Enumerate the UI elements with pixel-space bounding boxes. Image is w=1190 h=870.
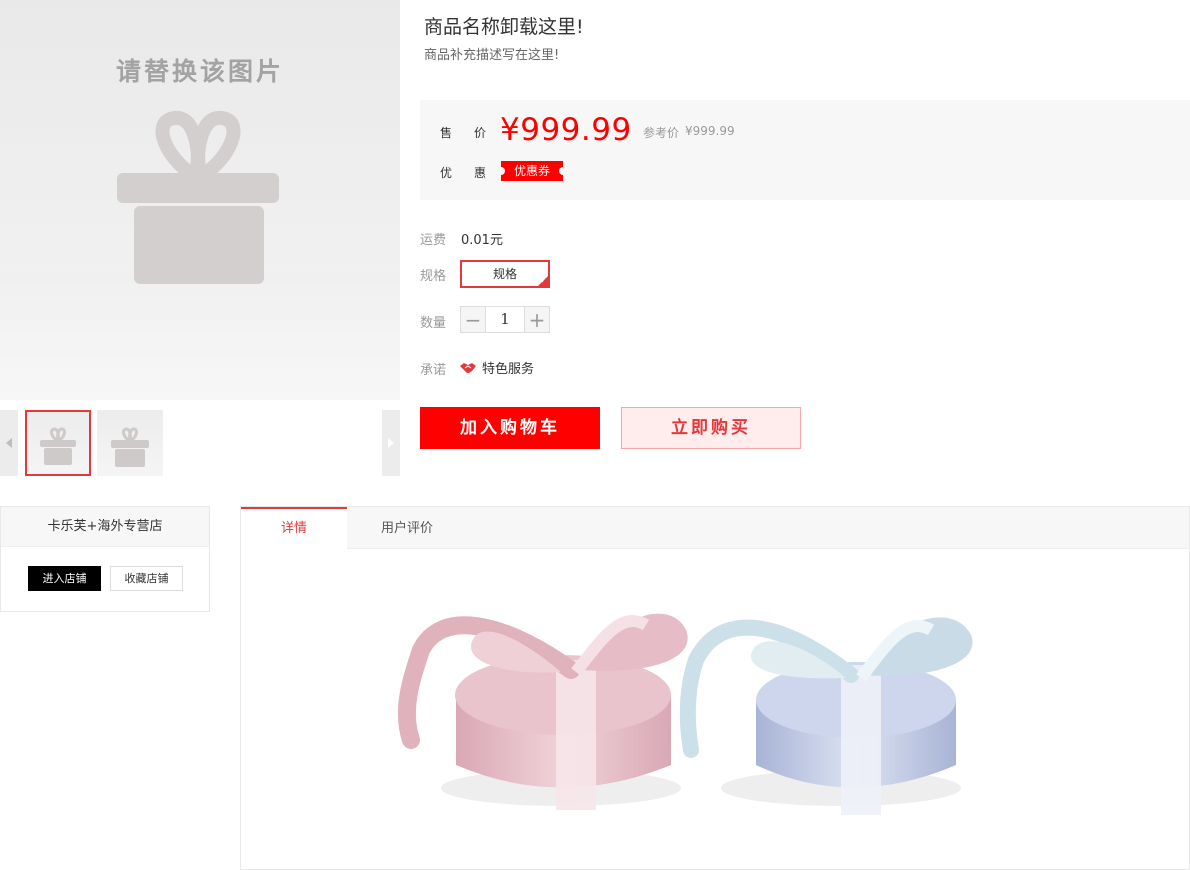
handshake-icon [460, 362, 476, 373]
spec-option-label: 规格 [492, 267, 517, 281]
freight-value: 0.01元 [461, 233, 503, 248]
service-label: 特色服务 [482, 362, 535, 377]
minus-icon: − [464, 307, 482, 332]
store-name: 卡乐芙+海外专营店 [1, 507, 209, 547]
thumb-next-arrow[interactable] [382, 410, 400, 476]
favorite-store-button[interactable]: 收藏店铺 [110, 566, 183, 591]
thumbnail-2[interactable] [97, 410, 163, 476]
gift-placeholder-icon [117, 111, 279, 284]
spec-option-selected[interactable]: 规格 ✓ [460, 260, 550, 288]
thumbnail-1[interactable] [25, 410, 91, 476]
gift-thumbnail-icon [111, 427, 149, 467]
spec-label: 规格 [420, 269, 447, 284]
tab-reviews[interactable]: 用户评价 [347, 507, 467, 549]
enter-store-button[interactable]: 进入店铺 [28, 566, 101, 591]
plus-icon: + [528, 307, 546, 332]
price-panel: 售价 ¥999.99 参考价 ¥999.99 优惠 优惠券 [420, 100, 1190, 200]
product-title: 商品名称卸载这里! [424, 16, 584, 38]
tab-details[interactable]: 详情 [241, 507, 347, 550]
coupon-badge[interactable]: 优惠券 [496, 161, 568, 181]
detail-tabs: 详情 用户评价 [241, 507, 1189, 550]
main-product-image: 请替换该图片 [0, 0, 400, 400]
sale-price-label: 售价 [440, 126, 509, 140]
quantity-decrease-button[interactable]: − [461, 307, 485, 332]
detail-gift-image [397, 613, 973, 815]
blue-gift [679, 617, 973, 815]
quantity-increase-button[interactable]: + [525, 307, 549, 332]
freight-label: 运费 [420, 233, 447, 248]
quantity-stepper: − 1 + [460, 306, 550, 333]
quantity-input[interactable]: 1 [485, 307, 525, 332]
promise-label: 承诺 [420, 363, 447, 378]
detail-panel: 详情 用户评价 [240, 506, 1190, 870]
service-promise: 特色服务 [460, 358, 534, 377]
gift-thumbnail-icon [40, 427, 76, 465]
add-to-cart-button[interactable]: 加入购物车 [420, 407, 600, 449]
sale-price: ¥999.99 [500, 112, 632, 148]
reference-price: ¥999.99 [685, 124, 735, 138]
thumbnail-strip [0, 410, 400, 476]
chevron-left-icon [6, 438, 12, 448]
thumb-prev-arrow[interactable] [0, 410, 18, 476]
quantity-label: 数量 [420, 316, 447, 331]
buy-now-button[interactable]: 立即购买 [621, 407, 801, 449]
store-card: 卡乐芙+海外专营店 进入店铺 收藏店铺 [0, 506, 210, 612]
chevron-right-icon [388, 438, 394, 448]
pink-gift [397, 613, 688, 810]
reference-price-label: 参考价 [643, 126, 680, 140]
product-subtitle: 商品补充描述写在这里! [424, 48, 560, 63]
check-icon: ✓ [540, 276, 547, 285]
